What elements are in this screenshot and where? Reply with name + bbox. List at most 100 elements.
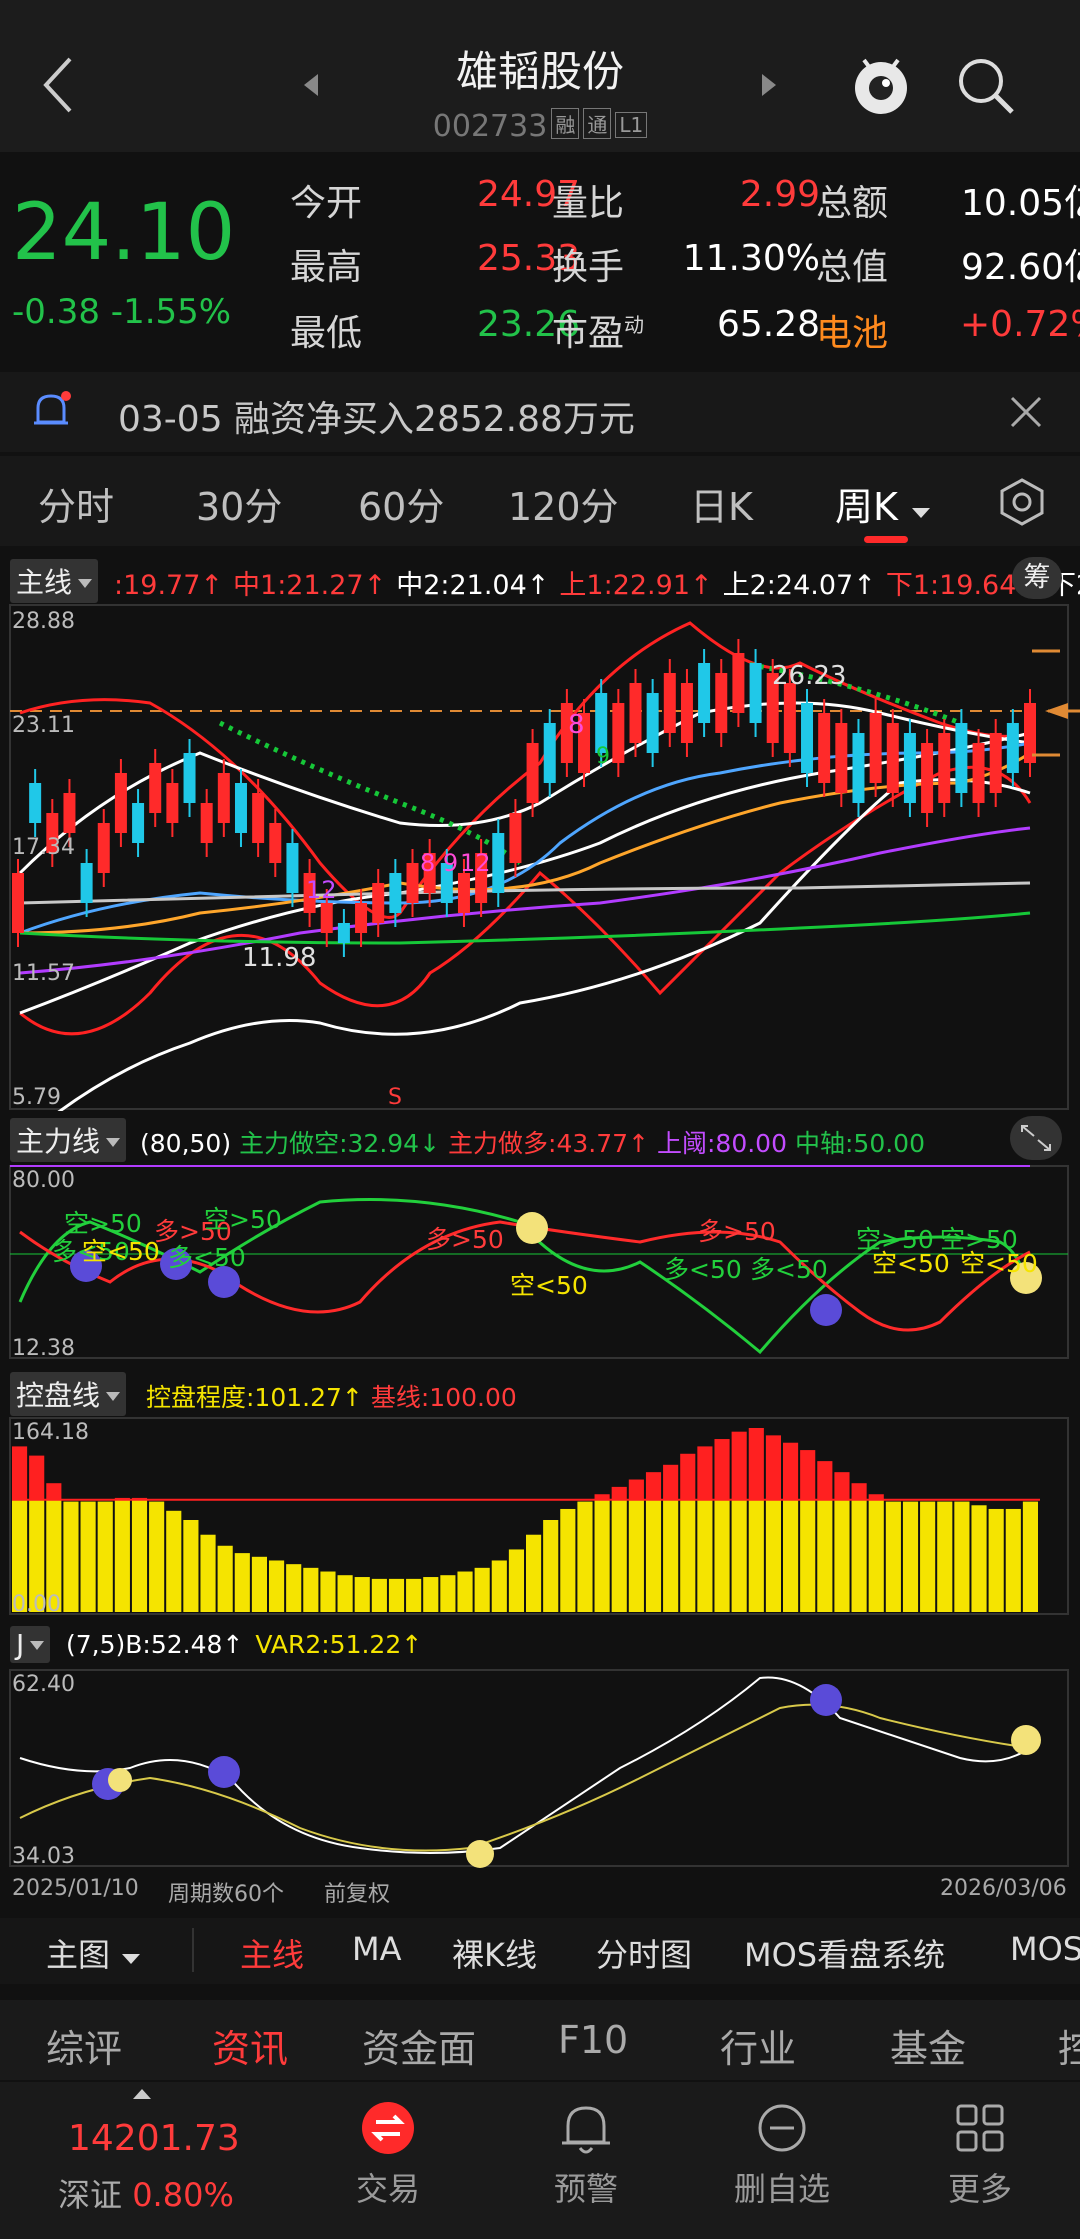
kongpan-bar [269, 1560, 285, 1612]
bear-face-icon [810, 1294, 842, 1326]
quote-label: 总额 [816, 174, 888, 226]
main-select-ma[interactable]: MA [352, 1930, 402, 1968]
chip-distribution-button[interactable]: 筹 [1012, 557, 1062, 599]
main-select-mos-2[interactable]: MOS [1010, 1930, 1080, 1968]
j-header: J (7,5)B:52.48↑ VAR2:51.22↑ [0, 1620, 1080, 1668]
main-indicator-selector[interactable]: 主线 [10, 559, 99, 603]
kongpan-bar [645, 1499, 662, 1612]
margin-notice[interactable]: 03-05 融资净买入2852.88万元 [0, 372, 1080, 452]
index-value[interactable]: 14201.73 [68, 2118, 240, 2159]
last-price: 24.10 [12, 188, 236, 278]
kongpan-selector-label: 控盘线 [16, 1379, 101, 1412]
main-select-zhuxian[interactable]: 主线 [240, 1930, 304, 1976]
chevron-down-icon [912, 508, 931, 518]
candle-body [12, 873, 24, 933]
money-bag-icon [516, 1212, 548, 1244]
kongpan-bar-excess [697, 1446, 713, 1500]
candle-body [715, 673, 728, 733]
bear-face-icon [208, 1756, 240, 1788]
green-ma-line [19, 911, 1031, 945]
robot-assistant-icon[interactable] [848, 50, 914, 120]
stock-code-row: 002733 融通 L1 [0, 108, 1080, 144]
tab-fenshi[interactable]: 分时 [38, 476, 114, 531]
close-icon[interactable] [1008, 394, 1044, 430]
kongpan-bar [663, 1499, 679, 1612]
candle-body [234, 783, 247, 833]
end-date: 2026/03/06 [940, 1876, 1067, 1901]
kongpan-bar [800, 1499, 816, 1612]
kongpan-bar-excess [714, 1439, 730, 1500]
tab-120min[interactable]: 120分 [508, 476, 619, 531]
kongpan-bar [885, 1501, 901, 1612]
quote-value: +0.72% [960, 304, 1080, 345]
j-selector[interactable]: J [10, 1626, 51, 1663]
kongpan-selector[interactable]: 控盘线 [10, 1372, 127, 1416]
tab-jijin[interactable]: 基金 [890, 2018, 966, 2073]
adjust-mode[interactable]: 前复权 [324, 1876, 390, 1908]
candle-body [337, 923, 350, 943]
indicator-value: :19.77↑ [114, 570, 224, 601]
money-bag-icon [108, 1768, 132, 1792]
candle-body [749, 663, 762, 723]
candle-body [269, 823, 282, 863]
tab-f10[interactable]: F10 [558, 2018, 628, 2062]
search-icon[interactable] [955, 55, 1017, 117]
tab-hangye[interactable]: 行业 [720, 2018, 796, 2073]
svg-text:空<50: 空<50 [960, 1249, 1038, 1278]
count-mark-12b: 12 [460, 849, 491, 877]
expand-icon [1021, 1125, 1051, 1151]
indicator-value: 中1:21.27↑ [233, 570, 387, 601]
tab-weekly-k[interactable]: 周K [835, 476, 932, 531]
candle-body [852, 733, 865, 803]
indicator-value: 主力做多:43.77↑ [448, 1129, 649, 1158]
tab-30min[interactable]: 30分 [196, 476, 282, 531]
indicator-value: 中轴:50.00 [794, 1129, 925, 1158]
grid-more-icon [956, 2104, 1004, 2152]
nav-trade[interactable]: 交易 [330, 2100, 446, 2210]
main-select-fenshi[interactable]: 分时图 [596, 1930, 692, 1976]
y-label-3: 17.34 [12, 835, 75, 860]
nav-remove-watchlist[interactable]: 删自选 [724, 2100, 840, 2210]
tab-60min[interactable]: 60分 [358, 476, 444, 531]
expand-button[interactable] [1010, 1116, 1062, 1160]
candle-body [543, 723, 556, 783]
kongpan-bar [114, 1499, 130, 1612]
active-tab-indicator [864, 536, 908, 543]
kongpan-bar-excess [680, 1453, 696, 1500]
next-stock-icon[interactable] [758, 70, 780, 100]
svg-text:空>50: 空>50 [204, 1205, 282, 1234]
candle-body [989, 733, 1002, 793]
nav-alert[interactable]: 预警 [528, 2100, 644, 2210]
quote-label-text: 换手 [552, 247, 625, 288]
kline-chart[interactable]: 8 9 12 8 9 12 28.88 23.11 17.34 11.57 5.… [0, 603, 1080, 1145]
main-select-bare-k[interactable]: 裸K线 [452, 1930, 537, 1976]
svg-text:多<50: 多<50 [664, 1255, 742, 1284]
main-chart-dropdown-label: 主图 [46, 1936, 111, 1974]
main-select-mos[interactable]: MOS看盘系统 [744, 1930, 945, 1976]
kongpan-chart[interactable]: 164.18 0.00 [0, 1416, 1080, 1617]
index-row[interactable]: 深证 0.80% [58, 2170, 234, 2216]
svg-text:多>50: 多>50 [426, 1225, 504, 1254]
tab-zijinmian[interactable]: 资金面 [362, 2018, 476, 2073]
nav-trade-label: 交易 [355, 2170, 420, 2208]
svg-text:多<50: 多<50 [168, 1243, 246, 1272]
zhuli-selector[interactable]: 主力线 [10, 1118, 127, 1162]
svg-text:空<50: 空<50 [872, 1249, 950, 1278]
j-values: (7,5)B:52.48↑ VAR2:51.22↑ [66, 1630, 434, 1659]
count-mark-8: 8 [568, 710, 585, 740]
kongpan-bar [337, 1575, 353, 1612]
tab-kong[interactable]: 控 [1058, 2018, 1080, 2073]
j-chart[interactable]: 62.40 34.03 [0, 1668, 1080, 1869]
kongpan-bar [543, 1520, 559, 1612]
nav-more[interactable]: 更多 [922, 2100, 1038, 2210]
tab-zixun[interactable]: 资讯 [212, 2018, 288, 2073]
quote-label: 最低 [290, 304, 362, 356]
settings-hex-icon[interactable] [996, 476, 1048, 528]
quote-label: 电池 [816, 304, 888, 356]
candle-body [63, 793, 76, 833]
kongpan-values: 控盘程度:101.27↑ 基线:100.00 [146, 1378, 525, 1414]
zhuli-chart[interactable]: 空>50 多<50 空<50 多>50 多<50 空>50 多>50 空<50 … [0, 1162, 1080, 1362]
tab-zongping[interactable]: 综评 [46, 2018, 122, 2073]
tab-daily-k[interactable]: 日K [690, 476, 753, 531]
main-chart-dropdown[interactable]: 主图 [46, 1930, 142, 1976]
